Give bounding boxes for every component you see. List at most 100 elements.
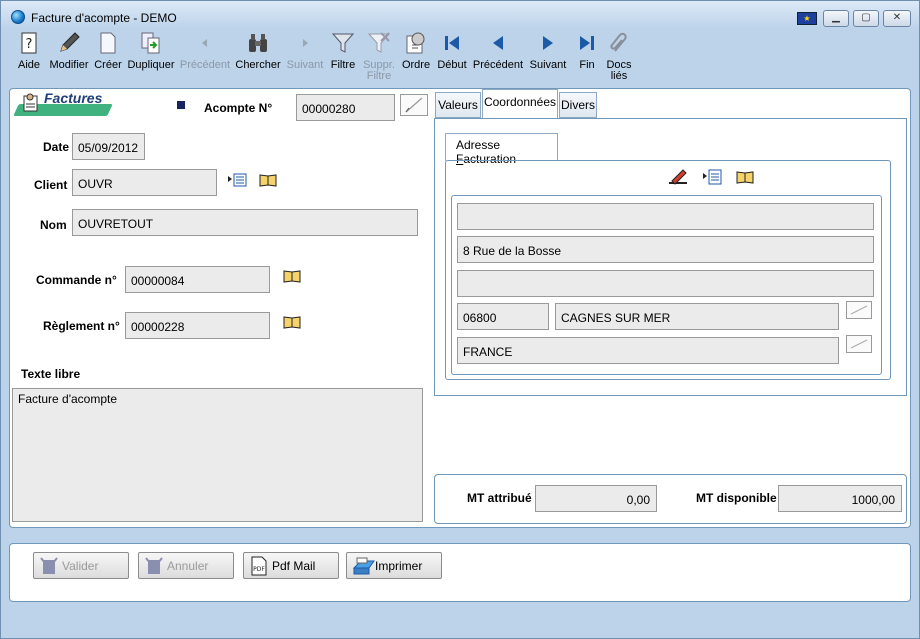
help-button[interactable]: ? Aide	[15, 31, 43, 71]
ordre-label: Ordre	[401, 59, 431, 71]
suivant-small-label: Suivant	[286, 59, 324, 71]
previous-record-icon	[493, 36, 503, 50]
tab-coordonnees[interactable]: Coordonnées	[482, 89, 558, 119]
lookup-slash-icon	[850, 339, 868, 349]
pdf-mail-label: Pdf Mail	[272, 559, 316, 573]
pencil-icon	[60, 32, 80, 52]
new-page-icon	[100, 32, 116, 54]
last-record-icon	[580, 36, 594, 50]
imprimer-button[interactable]: Imprimer	[346, 552, 442, 579]
record-marker-icon	[177, 101, 185, 109]
fin-button[interactable]: Fin	[575, 31, 599, 71]
close-button[interactable]: ✕	[883, 10, 911, 27]
pen-slash-icon	[405, 97, 423, 113]
maximize-button[interactable]: ▢	[853, 10, 879, 27]
precedent-label: Précédent	[472, 59, 524, 71]
invoice-person-icon	[23, 93, 38, 112]
creer-label: Créer	[94, 59, 122, 71]
suivant-button[interactable]: Suivant	[528, 31, 568, 71]
mt-attribue-field[interactable]: 0,00	[535, 485, 657, 512]
minimize-button[interactable]: ▁	[823, 10, 849, 27]
tab-valeurs[interactable]: Valeurs	[435, 92, 481, 118]
address-outer-frame: 8 Rue de la Bosse 06800 CAGNES SUR MER F…	[445, 160, 891, 380]
svg-text:?: ?	[26, 37, 33, 52]
client-list-icon[interactable]	[227, 173, 247, 187]
validate-icon	[40, 557, 58, 574]
docs-lies-button[interactable]: Docs liés	[605, 31, 633, 82]
date-field[interactable]: 05/09/2012	[72, 133, 145, 160]
reglement-field[interactable]: 00000228	[125, 312, 270, 339]
nom-label: Nom	[40, 218, 67, 232]
docs-lies-label2: liés	[610, 70, 628, 82]
modifier-label: Modifier	[49, 59, 89, 71]
help-icon: ?	[21, 32, 37, 54]
modifier-button[interactable]: Modifier	[48, 31, 90, 71]
texte-libre-label: Texte libre	[21, 367, 81, 381]
suppr-filtre-button[interactable]: Suppr. Filtre	[361, 31, 397, 82]
filtre-button[interactable]: Filtre	[329, 31, 357, 71]
city-lookup-button[interactable]	[846, 301, 872, 319]
address-book-icon[interactable]	[736, 170, 754, 184]
valider-button[interactable]: Valider	[33, 552, 129, 579]
dupliquer-button[interactable]: Dupliquer	[126, 31, 176, 71]
commande-book-icon[interactable]	[283, 269, 301, 283]
mt-disponible-label: MT disponible	[696, 491, 777, 505]
pdf-icon: PDF	[251, 556, 267, 576]
valider-label: Valider	[62, 559, 99, 573]
address-inner-frame: 8 Rue de la Bosse 06800 CAGNES SUR MER F…	[451, 195, 882, 375]
edit-address-icon[interactable]	[668, 169, 688, 185]
date-label: Date	[43, 140, 70, 154]
eu-flag-icon: ★	[797, 12, 817, 25]
precedent-button[interactable]: Précédent	[472, 31, 524, 71]
subtab-adresse-facturation[interactable]: Adresse Facturation	[445, 133, 558, 166]
country-lookup-button[interactable]	[846, 335, 872, 353]
client-book-icon[interactable]	[259, 173, 277, 187]
sort-order-icon	[406, 32, 425, 54]
mt-attribue-label: MT attribué	[467, 491, 532, 505]
action-panel: Valider Annuler PDF Pdf Mail Imprimer	[9, 543, 911, 602]
nom-field[interactable]: OUVRETOUT	[72, 209, 418, 236]
texte-libre-area[interactable]: Facture d'acompte	[12, 388, 423, 522]
ordre-button[interactable]: Ordre	[400, 31, 432, 71]
acompte-number-field[interactable]: 00000280	[296, 94, 395, 121]
city-field[interactable]: CAGNES SUR MER	[555, 303, 839, 330]
address-list-icon[interactable]	[702, 169, 722, 185]
address-line3-field[interactable]	[457, 270, 874, 297]
acompte-label: Acompte N°	[204, 101, 273, 115]
tab-divers[interactable]: Divers	[559, 92, 597, 118]
dupliquer-label: Dupliquer	[127, 59, 175, 71]
edit-number-button[interactable]	[400, 94, 428, 116]
creer-button[interactable]: Créer	[93, 31, 123, 71]
suivant-label: Suivant	[529, 59, 567, 71]
reglement-book-icon[interactable]	[283, 315, 301, 329]
chercher-button[interactable]: Chercher	[235, 31, 281, 71]
section-title: Factures	[44, 90, 103, 106]
app-window: Facture d'acompte - DEMO ★ ▁ ▢ ✕ ? Aide …	[0, 0, 920, 639]
precedent-small-label: Précédent	[179, 59, 231, 71]
suivant-small-button[interactable]: Suivant	[285, 31, 325, 71]
coordonnees-tab-panel: Adresse Facturation 8 Rue de la Bosse 06…	[434, 118, 907, 396]
svg-text:PDF: PDF	[253, 566, 265, 573]
remove-filter-icon	[367, 32, 391, 53]
help-label: Aide	[17, 59, 41, 71]
client-field[interactable]: OUVR	[72, 169, 217, 196]
app-globe-icon	[11, 10, 25, 24]
cancel-icon	[145, 557, 163, 574]
country-field[interactable]: FRANCE	[457, 337, 839, 364]
address-line2-field[interactable]: 8 Rue de la Bosse	[457, 236, 874, 263]
next-record-icon	[543, 36, 553, 50]
annuler-button[interactable]: Annuler	[138, 552, 234, 579]
mt-disponible-field[interactable]: 1000,00	[778, 485, 902, 512]
postcode-field[interactable]: 06800	[457, 303, 549, 330]
address-line1-field[interactable]	[457, 203, 874, 230]
title-bar[interactable]: Facture d'acompte - DEMO ★ ▁ ▢ ✕	[1, 1, 919, 29]
section-header: Factures	[13, 89, 113, 119]
pdf-mail-button[interactable]: PDF Pdf Mail	[243, 552, 339, 579]
small-left-arrow-icon	[202, 39, 207, 47]
annuler-label: Annuler	[167, 559, 209, 573]
precedent-small-button[interactable]: Précédent	[179, 31, 231, 71]
chercher-label: Chercher	[235, 59, 281, 71]
filtre-label: Filtre	[330, 59, 356, 71]
commande-field[interactable]: 00000084	[125, 266, 270, 293]
debut-button[interactable]: Début	[435, 31, 469, 71]
